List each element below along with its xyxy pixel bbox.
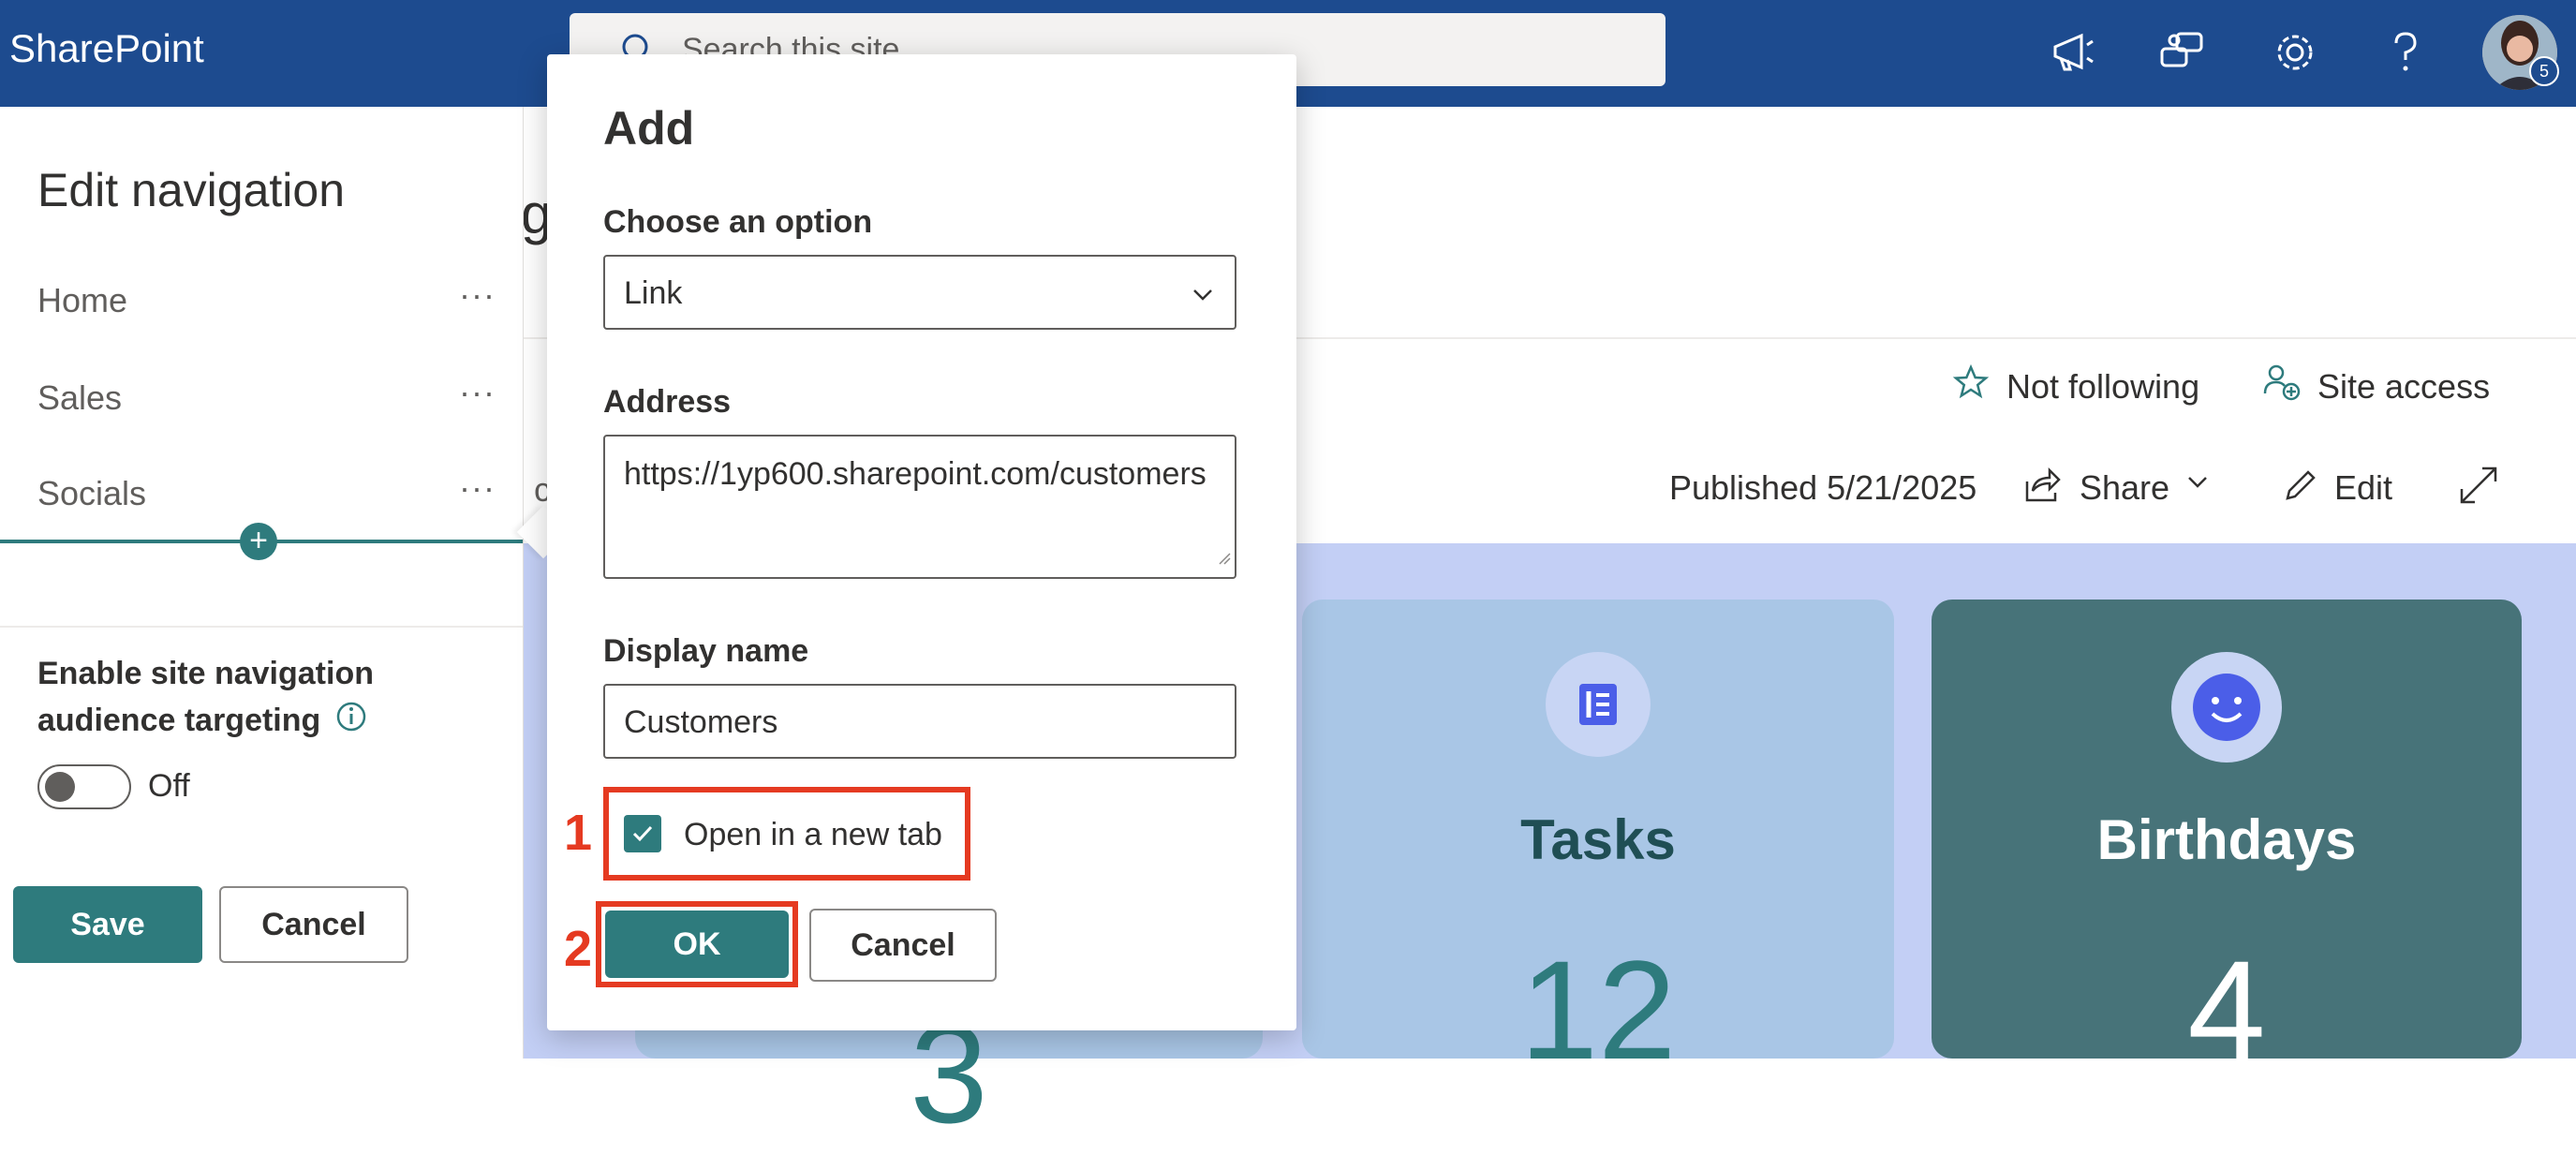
address-textarea[interactable]: https://1yp600.sharepoint.com/customers [603,435,1236,579]
toggle-state-label: Off [148,768,190,804]
tasks-title: Tasks [1520,808,1676,871]
step-number-2: 2 [564,921,593,977]
chevron-down-icon[interactable] [2184,468,2211,499]
add-link-button[interactable]: + [240,523,277,560]
edit-button[interactable]: Edit [2334,468,2392,508]
address-label: Address [603,384,732,420]
panel-title: Edit navigation [37,164,346,216]
add-link-dialog: Add Choose an option Link Address https:… [547,54,1296,1030]
site-access-button[interactable]: Site access [2317,367,2490,407]
chevron-down-icon [1190,279,1216,316]
more-icon[interactable]: ··· [459,373,496,412]
audience-targeting-text: Enable site navigation audience targetin… [37,656,374,738]
section-divider [0,626,523,628]
choose-option-label: Choose an option [603,204,873,240]
expand-icon[interactable] [2456,463,2501,512]
nav-item-socials[interactable]: Socials [37,474,146,513]
share-button[interactable]: Share [2080,468,2169,508]
nav-item-home[interactable]: Home [37,281,127,320]
gear-icon[interactable] [2267,24,2323,81]
share-icon[interactable] [2021,465,2063,511]
audience-targeting-toggle[interactable] [37,764,131,809]
app-title[interactable]: SharePoint [9,26,204,71]
published-status: Published 5/21/2025 [1669,468,1977,507]
pencil-icon[interactable] [2280,465,2321,511]
audience-targeting-label: Enable site navigation audience targetin… [37,650,450,746]
dialog-cancel-button[interactable]: Cancel [809,909,997,982]
step-number-1: 1 [564,805,593,861]
star-icon[interactable] [1952,363,1990,406]
toggle-knob [45,772,75,802]
choose-option-dropdown[interactable]: Link [603,255,1236,330]
not-following-button[interactable]: Not following [2006,367,2199,407]
display-name-value: Customers [624,704,778,740]
notification-badge: 5 [2529,56,2559,86]
resize-handle-icon[interactable] [1216,537,1231,573]
birthdays-count: 4 [2187,931,2266,1088]
site-access-icon[interactable] [2261,362,2302,407]
open-new-tab-checkbox[interactable] [624,815,661,852]
edit-navigation-panel: Edit navigation Home ··· Sales ··· Socia… [0,107,524,1059]
tasks-card[interactable]: Tasks 12 [1302,600,1894,1088]
megaphone-icon[interactable] [2046,24,2102,81]
tasks-count: 12 [1519,931,1677,1088]
smiley-icon [2171,652,2282,763]
birthdays-title: Birthdays [2096,808,2357,871]
cancel-button[interactable]: Cancel [219,886,408,963]
info-icon[interactable] [335,699,367,746]
more-icon[interactable]: ··· [459,275,496,315]
open-new-tab-highlight: Open in a new tab [603,787,970,881]
open-new-tab-label[interactable]: Open in a new tab [684,817,942,853]
ok-button[interactable]: OK [605,911,789,978]
choose-option-value: Link [624,275,683,311]
more-icon[interactable]: ··· [459,468,496,508]
dialog-title: Add [603,102,695,155]
display-name-input[interactable]: Customers [603,684,1236,759]
display-name-label: Display name [603,633,809,669]
nav-item-sales[interactable]: Sales [37,378,122,418]
list-icon [1546,652,1651,757]
birthdays-card[interactable]: Birthdays 4 [1932,600,2522,1088]
save-button[interactable]: Save [13,886,202,963]
help-icon[interactable] [2377,24,2434,81]
address-value: https://1yp600.sharepoint.com/customers [624,456,1207,492]
chat-icon[interactable] [2154,24,2211,81]
